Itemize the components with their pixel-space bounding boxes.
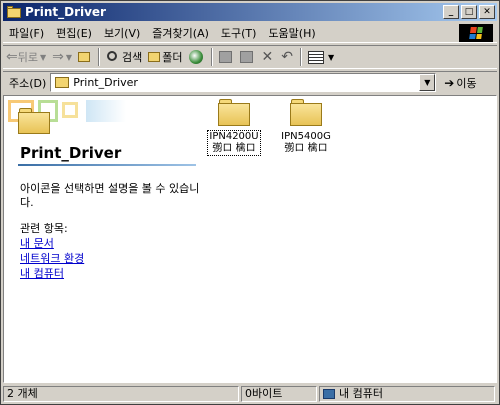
status-bar: 2 개체 0바이트 내 컴퓨터 bbox=[3, 385, 497, 403]
folder-icon bbox=[55, 77, 70, 88]
menu-favorites[interactable]: 즐겨찾기(A) bbox=[146, 25, 215, 41]
folder-icon bbox=[6, 5, 22, 19]
folder-icon bbox=[290, 99, 322, 127]
toolbar-separator bbox=[98, 48, 101, 66]
search-button[interactable]: 검색 bbox=[103, 47, 145, 67]
move-to-button[interactable] bbox=[216, 47, 237, 67]
forward-arrow-icon: ⇒ bbox=[52, 49, 64, 65]
address-value: Print_Driver bbox=[73, 76, 138, 89]
windows-logo-icon bbox=[459, 24, 493, 42]
maximize-button[interactable]: □ bbox=[461, 5, 477, 19]
views-icon bbox=[308, 50, 324, 64]
forward-button[interactable]: ⇒ ▼ bbox=[49, 47, 75, 67]
views-button[interactable]: ▼ bbox=[305, 47, 337, 67]
menu-view[interactable]: 보기(V) bbox=[98, 25, 146, 41]
explorer-window: Print_Driver _ □ ✕ 파일(F) 편집(E) 보기(V) 즐겨찾… bbox=[0, 0, 500, 405]
copy-to-icon bbox=[239, 51, 253, 63]
back-button[interactable]: ⇐ 뒤로 ▼ bbox=[3, 47, 49, 67]
link-my-documents[interactable]: 내 문서 bbox=[20, 236, 84, 251]
file-subname: 彅ロ 檎ロ bbox=[284, 143, 328, 154]
folder-icon bbox=[218, 99, 250, 127]
file-label: IPN4200U 彅ロ 檎ロ bbox=[207, 130, 261, 156]
file-name: IPN4200U bbox=[209, 131, 259, 142]
status-zone: 내 컴퓨터 bbox=[319, 386, 495, 402]
search-label: 검색 bbox=[122, 51, 143, 64]
window-title: Print_Driver bbox=[25, 5, 106, 19]
search-icon bbox=[107, 51, 118, 61]
chevron-down-icon: ▼ bbox=[65, 52, 73, 62]
up-folder-button[interactable] bbox=[75, 47, 95, 67]
panel-description: 아이콘을 선택하면 설명을 볼 수 있습니다. bbox=[20, 182, 200, 209]
chevron-down-icon: ▼ bbox=[328, 52, 335, 62]
menu-bar: 파일(F) 편집(E) 보기(V) 즐겨찾기(A) 도구(T) 도움말(H) bbox=[3, 23, 497, 43]
address-bar: 주소(D) Print_Driver ▼ ➔ 이동 bbox=[3, 71, 497, 93]
minimize-button[interactable]: _ bbox=[443, 5, 459, 19]
chevron-down-icon: ▼ bbox=[39, 52, 47, 62]
folder-content-pane: Print_Driver 아이콘을 선택하면 설명을 볼 수 있습니다. 관련 … bbox=[3, 95, 497, 383]
go-label: 이동 bbox=[456, 76, 477, 90]
file-name: IPN5400G bbox=[281, 131, 331, 142]
history-icon bbox=[188, 50, 203, 64]
status-zone-label: 내 컴퓨터 bbox=[339, 387, 383, 400]
panel-title: Print_Driver bbox=[20, 144, 122, 162]
link-network-places[interactable]: 네트워크 환경 bbox=[20, 251, 84, 266]
link-my-computer[interactable]: 내 컴퓨터 bbox=[20, 266, 84, 281]
address-label: 주소(D) bbox=[9, 76, 47, 90]
toolbar-separator bbox=[300, 48, 302, 66]
go-button[interactable]: ➔ 이동 bbox=[444, 75, 476, 91]
title-divider bbox=[18, 164, 196, 166]
history-button[interactable] bbox=[186, 47, 208, 67]
file-label: IPN5400G 彅ロ 檎ロ bbox=[280, 131, 332, 155]
go-arrow-icon: ➔ bbox=[444, 75, 455, 90]
move-to-icon bbox=[218, 51, 232, 63]
folders-icon bbox=[148, 52, 161, 62]
back-label: 뒤로 bbox=[17, 51, 38, 64]
related-label: 관련 항목: bbox=[20, 222, 68, 235]
related-links: 내 문서 네트워크 환경 내 컴퓨터 bbox=[20, 236, 84, 281]
folders-button[interactable]: 폴더 bbox=[145, 47, 185, 67]
menu-tools[interactable]: 도구(T) bbox=[215, 25, 263, 41]
status-count: 2 개체 bbox=[3, 386, 239, 402]
delete-button[interactable]: ✕ bbox=[258, 47, 278, 67]
file-item-ipn5400g[interactable]: IPN5400G 彅ロ 檎ロ bbox=[276, 99, 336, 155]
my-computer-icon bbox=[323, 389, 335, 399]
status-size: 0바이트 bbox=[241, 386, 317, 402]
address-dropdown-button[interactable]: ▼ bbox=[419, 74, 436, 91]
menu-help[interactable]: 도움말(H) bbox=[262, 25, 321, 41]
undo-button[interactable]: ↶ bbox=[277, 47, 297, 67]
folder-icon bbox=[18, 108, 50, 134]
folders-label: 폴더 bbox=[162, 51, 183, 64]
title-bar[interactable]: Print_Driver _ □ ✕ bbox=[3, 3, 497, 21]
toolbar: ⇐ 뒤로 ▼ ⇒ ▼ 검색 폴더 ✕ ↶ ▼ bbox=[3, 45, 497, 69]
address-input[interactable]: Print_Driver ▼ bbox=[50, 73, 437, 92]
file-item-ipn4200u[interactable]: IPN4200U 彅ロ 檎ロ bbox=[204, 99, 264, 156]
menu-edit[interactable]: 편집(E) bbox=[50, 25, 98, 41]
up-folder-icon bbox=[78, 52, 91, 62]
menu-file[interactable]: 파일(F) bbox=[3, 25, 50, 41]
copy-to-button[interactable] bbox=[237, 47, 258, 67]
toolbar-separator bbox=[210, 48, 213, 66]
back-arrow-icon: ⇐ bbox=[6, 49, 18, 65]
file-subname: 彅ロ 檎ロ bbox=[212, 143, 256, 154]
close-button[interactable]: ✕ bbox=[479, 5, 495, 19]
